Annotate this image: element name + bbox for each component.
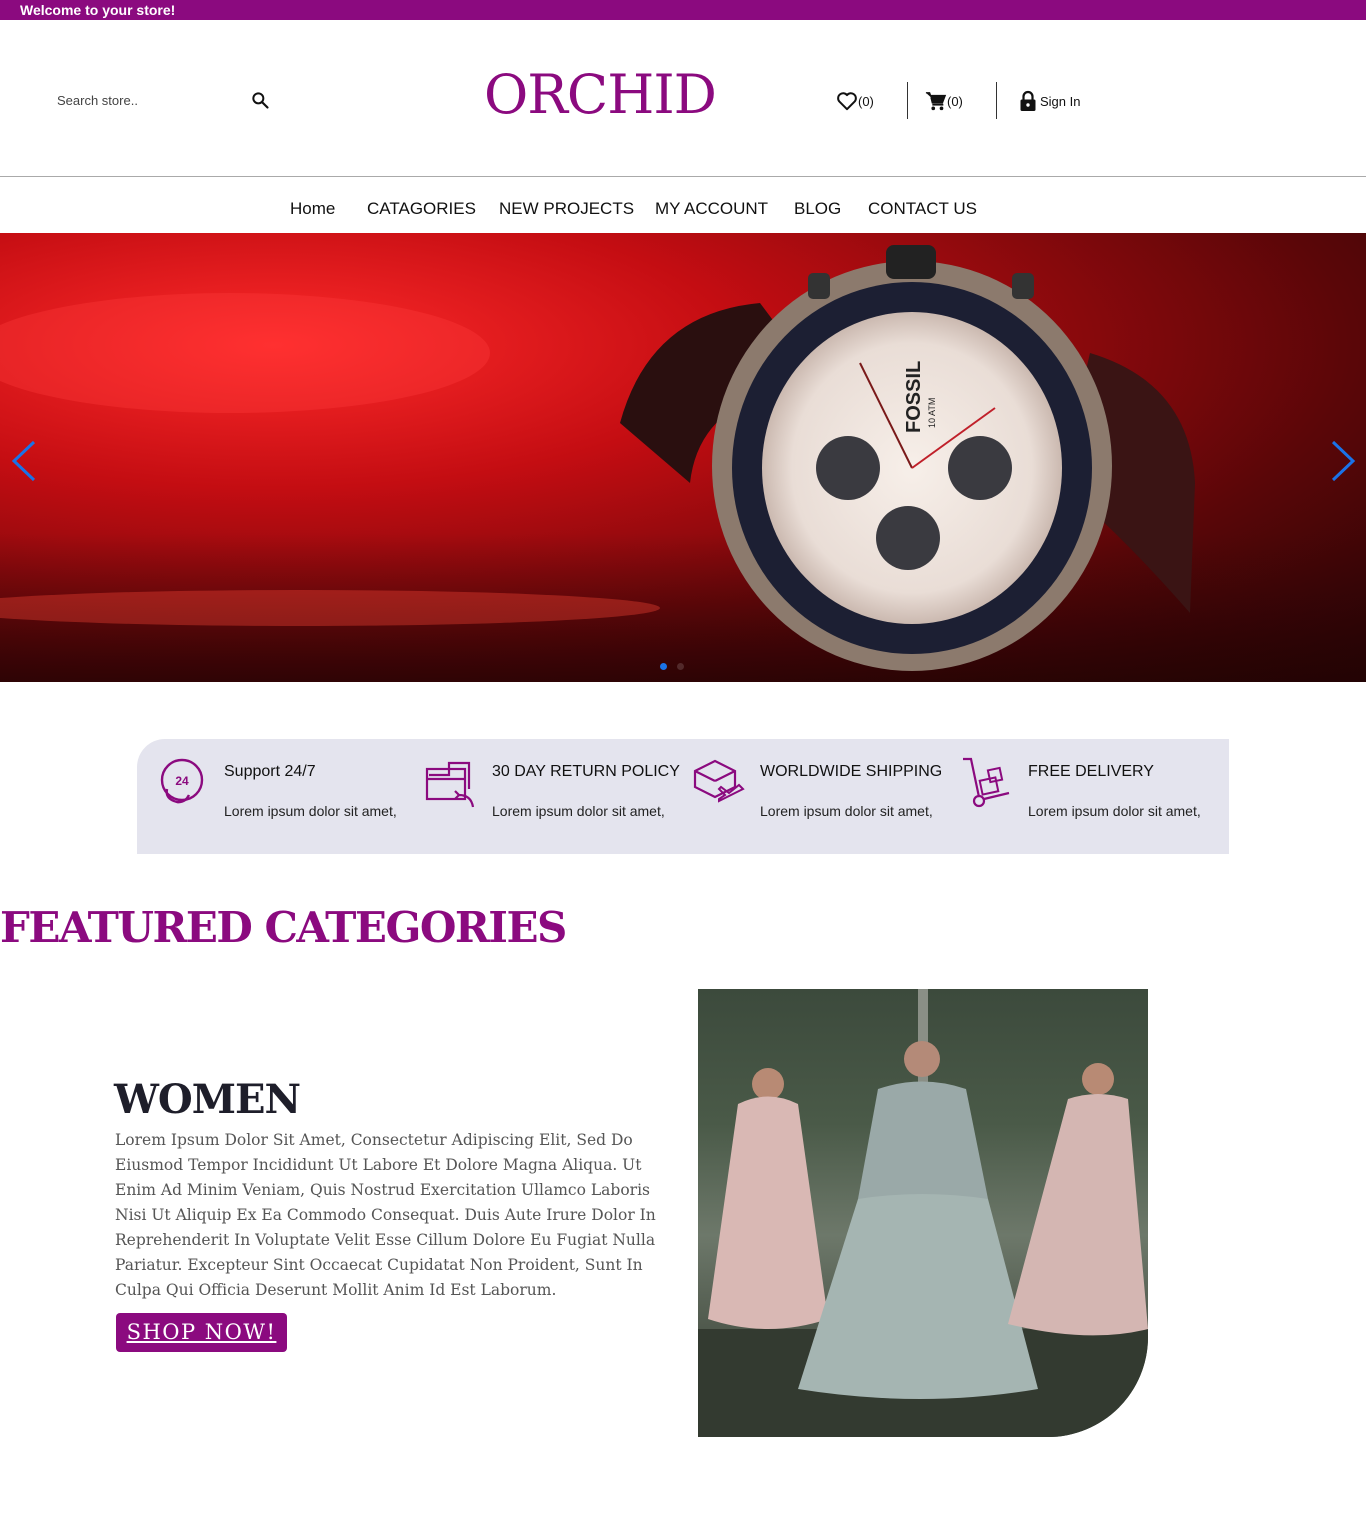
- cart-icon: [925, 92, 947, 111]
- watch-brand-text: FOSSIL: [903, 361, 925, 433]
- lock-icon: [1020, 90, 1036, 111]
- slider-next-arrow[interactable]: [1327, 438, 1357, 484]
- nav-home[interactable]: Home: [290, 198, 335, 220]
- feature-title: 30 DAY RETURN POLICY: [492, 763, 680, 780]
- shop-now-button[interactable]: SHOP NOW!: [116, 1313, 287, 1352]
- main-navigation: Home CATAGORIES NEW PROJECTS MY ACCOUNT …: [0, 198, 1366, 220]
- watch-sub-text: 10 ATM: [927, 398, 937, 428]
- sign-in-link[interactable]: Sign In: [1019, 88, 1080, 114]
- header-divider: [996, 82, 997, 119]
- feature-text: Lorem ipsum dolor sit amet,: [1028, 803, 1201, 819]
- cart-count: (0): [947, 93, 963, 109]
- hand-truck-icon: [963, 757, 1010, 808]
- feature-support: 24 Support 24/7 Lorem ipsum dolor sit am…: [137, 739, 407, 854]
- hero-watch-image: FOSSIL 10 ATM: [0, 245, 1366, 682]
- search-icon[interactable]: [250, 90, 270, 110]
- svg-text:24: 24: [175, 774, 189, 788]
- wishlist-count: (0): [858, 93, 874, 109]
- nav-blog[interactable]: BLOG: [794, 198, 841, 220]
- slider-prev-arrow[interactable]: [10, 438, 40, 484]
- feature-delivery: FREE DELIVERY Lorem ipsum dolor sit amet…: [941, 739, 1211, 854]
- hero-slider: FOSSIL 10 ATM: [0, 233, 1366, 682]
- heart-icon: [837, 92, 857, 111]
- header-divider: [907, 82, 908, 119]
- support-24-icon: 24: [160, 758, 204, 804]
- category-title: WOMEN: [114, 1076, 301, 1123]
- slider-dot-2[interactable]: [677, 663, 684, 670]
- nav-categories[interactable]: CATAGORIES: [367, 198, 476, 220]
- feature-text: Lorem ipsum dolor sit amet,: [492, 803, 665, 819]
- shipping-plane-icon: [693, 759, 745, 803]
- slider-dot-1[interactable]: [660, 663, 667, 670]
- nav-new-projects[interactable]: NEW PROJECTS: [499, 198, 634, 220]
- feature-text: Lorem ipsum dolor sit amet,: [760, 803, 933, 819]
- feature-return: 30 DAY RETURN POLICY Lorem ipsum dolor s…: [405, 739, 680, 854]
- return-box-icon: [425, 761, 475, 808]
- feature-shipping: WORLDWIDE SHIPPING Lorem ipsum dolor sit…: [673, 739, 943, 854]
- wishlist-button[interactable]: (0): [836, 88, 874, 114]
- search-box: [57, 86, 272, 114]
- feature-title: WORLDWIDE SHIPPING: [760, 763, 943, 780]
- welcome-text: Welcome to your store!: [20, 2, 176, 18]
- feature-title: FREE DELIVERY: [1028, 763, 1154, 780]
- sign-in-label: Sign In: [1040, 93, 1081, 109]
- cart-button[interactable]: (0): [925, 88, 963, 114]
- store-logo[interactable]: ORCHID: [484, 62, 717, 128]
- feature-text: Lorem ipsum dolor sit amet,: [224, 803, 397, 819]
- women-category-image[interactable]: [698, 989, 1148, 1437]
- search-input[interactable]: [57, 88, 237, 112]
- nav-my-account[interactable]: MY ACCOUNT: [655, 198, 768, 220]
- category-description: Lorem Ipsum Dolor Sit Amet, Consectetur …: [115, 1131, 656, 1299]
- top-announcement-bar: Welcome to your store!: [0, 0, 1366, 20]
- nav-contact-us[interactable]: CONTACT US: [868, 198, 977, 220]
- header-divider-line: [0, 176, 1366, 177]
- featured-categories-heading: FEATURED CATEGORIES: [0, 903, 567, 952]
- feature-title: Support 24/7: [224, 763, 316, 780]
- slider-pagination: [660, 663, 684, 670]
- women-figures-illustration: [698, 989, 1148, 1437]
- features-strip: 24 Support 24/7 Lorem ipsum dolor sit am…: [137, 739, 1229, 854]
